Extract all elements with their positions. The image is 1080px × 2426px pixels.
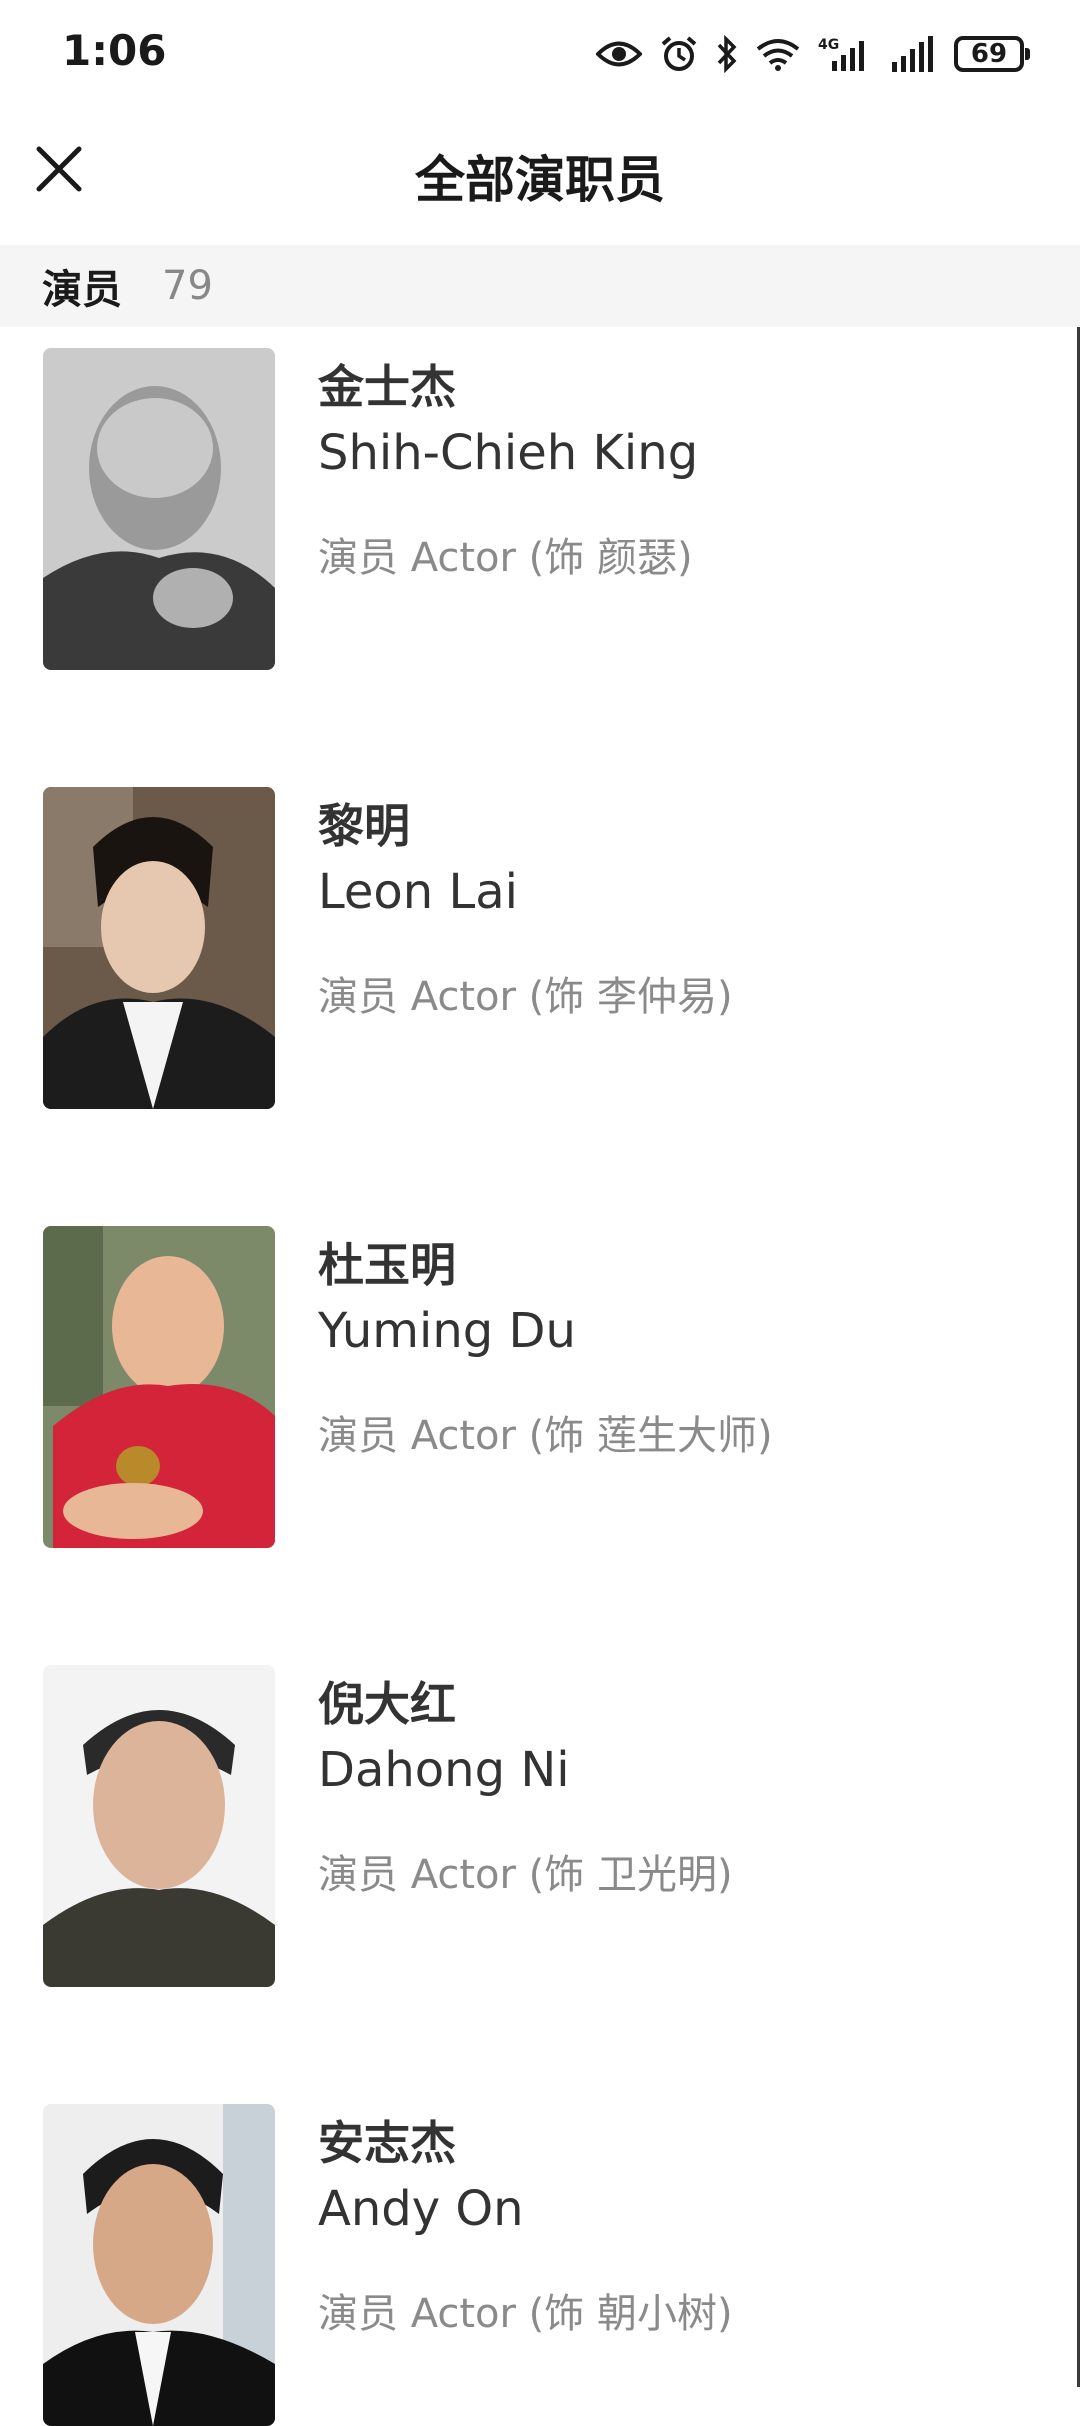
4g-signal-icon: 4G (818, 35, 872, 73)
actor-photo (43, 348, 275, 670)
alarm-icon (660, 35, 698, 73)
status-bar: 1:06 4G 69 (0, 0, 1080, 110)
section-count: 79 (162, 263, 213, 309)
battery-icon: 69 (954, 36, 1030, 72)
actor-role: 演员 Actor (饰 朝小树) (318, 2291, 733, 2337)
actor-name-en: Dahong Ni (318, 1742, 570, 1798)
cast-item[interactable]: 倪大红 Dahong Ni 演员 Actor (饰 卫光明) (0, 1644, 1076, 1987)
actor-name-cn: 黎明 (318, 799, 410, 853)
cast-item[interactable]: 黎明 Leon Lai 演员 Actor (饰 李仲易) (0, 766, 1076, 1109)
cast-item[interactable]: 金士杰 Shih-Chieh King 演员 Actor (饰 颜瑟) (0, 327, 1076, 670)
eye-icon (596, 39, 642, 69)
page-title: 全部演职员 (415, 151, 665, 209)
wifi-icon (756, 37, 800, 71)
svg-text:4G: 4G (818, 37, 839, 53)
actor-role: 演员 Actor (饰 卫光明) (318, 1852, 733, 1898)
signal-icon (890, 36, 936, 72)
actor-name-cn: 杜玉明 (318, 1238, 456, 1292)
cast-item[interactable]: 安志杰 Andy On 演员 Actor (饰 朝小树) (0, 2083, 1076, 2426)
bluetooth-icon (716, 35, 738, 73)
actor-role: 演员 Actor (饰 李仲易) (318, 974, 733, 1020)
actor-name-en: Leon Lai (318, 864, 518, 920)
actor-photo (43, 1226, 275, 1548)
actor-name-cn: 金士杰 (318, 360, 456, 414)
section-label: 演员 (42, 267, 122, 313)
actor-role: 演员 Actor (饰 莲生大师) (318, 1413, 773, 1459)
section-header: 演员 79 (0, 245, 1080, 327)
actor-name-en: Yuming Du (318, 1303, 576, 1359)
actor-role: 演员 Actor (饰 颜瑟) (318, 535, 693, 581)
status-time: 1:06 (62, 26, 167, 75)
actor-photo (43, 787, 275, 1109)
actor-photo (43, 2104, 275, 2426)
actor-photo (43, 1665, 275, 1987)
header: 全部演职员 (0, 110, 1080, 245)
actor-name-cn: 安志杰 (318, 2116, 456, 2170)
actor-name-cn: 倪大红 (318, 1677, 456, 1731)
actor-name-en: Andy On (318, 2181, 524, 2237)
battery-level: 69 (970, 39, 1008, 69)
actor-name-en: Shih-Chieh King (318, 425, 699, 481)
cast-item[interactable]: 杜玉明 Yuming Du 演员 Actor (饰 莲生大师) (0, 1205, 1076, 1548)
status-icons: 4G 69 (596, 28, 1030, 80)
